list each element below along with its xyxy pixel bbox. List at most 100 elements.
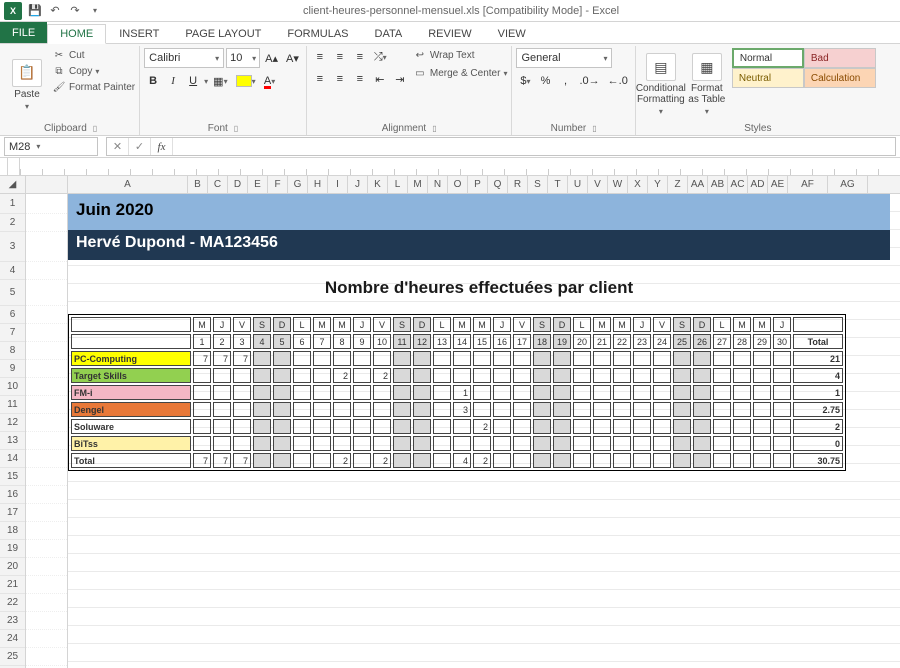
cell[interactable]: L [293, 317, 311, 332]
cell[interactable]: 0 [793, 436, 843, 451]
row-header[interactable]: 21 [0, 576, 25, 594]
conditional-formatting-button[interactable]: ▤ Conditional Formatting▾ [640, 48, 682, 121]
cell[interactable] [333, 385, 351, 400]
cell[interactable] [733, 436, 751, 451]
cell[interactable]: 17 [513, 334, 531, 349]
cell[interactable] [413, 402, 431, 417]
cell[interactable] [553, 402, 571, 417]
cell[interactable] [413, 453, 431, 468]
cell[interactable] [573, 453, 591, 468]
cell[interactable] [653, 385, 671, 400]
cell[interactable]: M [753, 317, 771, 332]
cell[interactable] [513, 453, 531, 468]
cell[interactable] [713, 436, 731, 451]
cell[interactable] [273, 385, 291, 400]
cell[interactable] [433, 419, 451, 434]
cell[interactable] [213, 419, 231, 434]
cell[interactable] [533, 385, 551, 400]
cell[interactable] [433, 436, 451, 451]
cell[interactable]: 12 [413, 334, 431, 349]
cell[interactable] [753, 368, 771, 383]
cell[interactable] [433, 351, 451, 366]
cell[interactable] [233, 368, 251, 383]
cell-style-bad[interactable]: Bad [804, 48, 876, 68]
cell[interactable]: L [573, 317, 591, 332]
cell[interactable] [633, 385, 651, 400]
cell-style-normal[interactable]: Normal [732, 48, 804, 68]
cell[interactable] [633, 419, 651, 434]
cell[interactable] [293, 385, 311, 400]
cell[interactable] [493, 385, 511, 400]
cell[interactable] [713, 351, 731, 366]
tab-page-layout[interactable]: PAGE LAYOUT [172, 24, 274, 43]
cell[interactable] [373, 402, 391, 417]
cell[interactable] [193, 419, 211, 434]
column-header[interactable]: AB [708, 176, 728, 193]
row-header[interactable]: 18 [0, 522, 25, 540]
cell[interactable] [673, 419, 691, 434]
cell[interactable] [213, 368, 231, 383]
cell[interactable]: V [513, 317, 531, 332]
cell[interactable] [233, 385, 251, 400]
cell[interactable] [733, 419, 751, 434]
select-all-corner[interactable]: ◢ [0, 176, 26, 193]
cell[interactable] [593, 351, 611, 366]
column-header[interactable]: V [588, 176, 608, 193]
cell[interactable]: D [273, 317, 291, 332]
cell[interactable]: 1 [453, 385, 471, 400]
cell[interactable] [633, 368, 651, 383]
row-header[interactable]: 17 [0, 504, 25, 522]
cell[interactable] [693, 419, 711, 434]
column-header[interactable]: J [348, 176, 368, 193]
cell[interactable]: 2 [333, 453, 351, 468]
column-header[interactable]: I [328, 176, 348, 193]
cell[interactable] [393, 402, 411, 417]
cell[interactable]: 14 [453, 334, 471, 349]
cell[interactable] [353, 453, 371, 468]
decrease-decimal-icon[interactable]: ←.0 [605, 72, 631, 90]
row-header[interactable]: 3 [0, 232, 25, 262]
cell[interactable] [593, 436, 611, 451]
cell[interactable] [653, 453, 671, 468]
cell[interactable] [413, 368, 431, 383]
cell[interactable] [613, 385, 631, 400]
cell[interactable] [733, 453, 751, 468]
column-header[interactable]: Z [668, 176, 688, 193]
column-header[interactable]: AA [688, 176, 708, 193]
align-center-icon[interactable]: ≡ [331, 70, 349, 88]
data-table[interactable]: MJVSDLMMJVSDLMMJVSDLMMJVSDLMMJ1234567891… [68, 314, 846, 471]
cell[interactable]: 2.75 [793, 402, 843, 417]
row-header[interactable]: 5 [0, 280, 25, 306]
cell[interactable] [533, 436, 551, 451]
column-header[interactable]: T [548, 176, 568, 193]
cell[interactable]: M [193, 317, 211, 332]
row-header[interactable]: 19 [0, 540, 25, 558]
cell[interactable] [393, 419, 411, 434]
percent-format-icon[interactable]: % [536, 72, 554, 90]
row-header[interactable]: 22 [0, 594, 25, 612]
undo-icon[interactable]: ↶ [48, 4, 62, 18]
cell[interactable] [573, 351, 591, 366]
cell[interactable] [553, 419, 571, 434]
cell[interactable] [673, 351, 691, 366]
cell[interactable] [493, 419, 511, 434]
cell[interactable] [413, 385, 431, 400]
cell[interactable] [613, 436, 631, 451]
cell[interactable]: 22 [613, 334, 631, 349]
wrap-text-button[interactable]: ↩Wrap Text [413, 48, 508, 62]
cell[interactable] [353, 368, 371, 383]
row-header[interactable]: 1 [0, 194, 25, 214]
column-header[interactable]: R [508, 176, 528, 193]
align-middle-icon[interactable]: ≡ [331, 48, 349, 66]
cell[interactable] [453, 351, 471, 366]
cell[interactable] [733, 351, 751, 366]
cell[interactable] [693, 453, 711, 468]
cell[interactable] [433, 368, 451, 383]
cell[interactable]: D [413, 317, 431, 332]
cell[interactable] [333, 436, 351, 451]
row-header[interactable]: 6 [0, 306, 25, 324]
cell[interactable]: 26 [693, 334, 711, 349]
cell[interactable]: L [713, 317, 731, 332]
cell[interactable]: M [593, 317, 611, 332]
cell[interactable]: 3 [453, 402, 471, 417]
